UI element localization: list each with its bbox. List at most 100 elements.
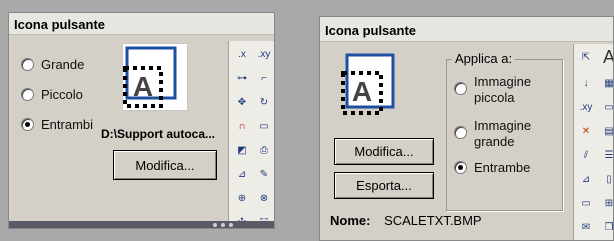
preview-glyph: A bbox=[352, 76, 372, 107]
scale-text-icon: A bbox=[341, 53, 395, 115]
export-button[interactable]: Esporta... bbox=[334, 172, 434, 199]
measure-icon: ⊿ bbox=[237, 168, 247, 180]
scale-icon: ⇱ bbox=[581, 51, 591, 63]
toolbar-button[interactable]: ⊗ bbox=[253, 187, 274, 209]
toolbar-button[interactable]: ▦ bbox=[598, 72, 614, 94]
text-icon: A bbox=[602, 46, 614, 67]
toolbar-button[interactable]: ✎ bbox=[253, 163, 274, 185]
toolbar-button[interactable]: ▯ bbox=[598, 168, 613, 190]
layer-icon: ▤ bbox=[604, 125, 614, 137]
envelope-icon: ✉ bbox=[581, 221, 591, 233]
toolbar-button[interactable]: ⊞ bbox=[598, 192, 614, 214]
pencil-icon: ✎ bbox=[259, 168, 269, 180]
page-icon: ▭ bbox=[259, 120, 269, 132]
radio-both[interactable]: Entrambi bbox=[21, 117, 93, 132]
radio-label: Entrambi bbox=[41, 117, 94, 132]
file-icon: ▯ bbox=[606, 173, 612, 185]
radio-both[interactable]: Entrambe bbox=[454, 160, 530, 175]
list-icon: ☰ bbox=[604, 149, 614, 161]
zoom-out-icon: ⊗ bbox=[259, 192, 269, 204]
toolbar-button[interactable]: ⊿ bbox=[575, 168, 597, 190]
measure-icon: ⊿ bbox=[581, 173, 591, 185]
name-value: SCALETXT.BMP bbox=[384, 213, 482, 228]
panel-bottom-bar bbox=[9, 221, 274, 228]
radio-label: Piccolo bbox=[41, 87, 83, 102]
radio-button[interactable] bbox=[21, 118, 34, 131]
preview-glyph: A bbox=[133, 71, 153, 102]
toolbar-icon-strip: ⇱ A ↓ ▦ .xy ▭ ✕ ▤ ⫽ ☰ ⊿ ▯ ▭ ⊞ ✉ ❐ bbox=[573, 44, 614, 240]
radio-button[interactable] bbox=[21, 88, 34, 101]
toolbar-button[interactable]: ↓ bbox=[575, 72, 597, 94]
radio-label: Immagine grande bbox=[474, 118, 532, 149]
icon-preview: A bbox=[336, 50, 406, 118]
image-path: D:\Support autoca... bbox=[101, 127, 215, 141]
resize-grip[interactable] bbox=[213, 223, 233, 227]
toolbar-button[interactable]: ☰ bbox=[598, 144, 614, 166]
window-icon: ▭ bbox=[604, 101, 614, 113]
toolbar-button[interactable]: ◩ bbox=[231, 139, 253, 161]
toolbar-button[interactable]: .xy bbox=[575, 96, 597, 118]
toolbar-button[interactable]: ▭ bbox=[253, 115, 274, 137]
radio-button[interactable] bbox=[454, 161, 467, 174]
toolbar-button[interactable]: ✉ bbox=[575, 216, 597, 238]
point-x-icon: .x bbox=[238, 48, 246, 60]
plus-icon: ⊞ bbox=[604, 197, 614, 209]
toolbar-button[interactable]: ❐ bbox=[598, 216, 614, 238]
toolbar-button[interactable]: ✥ bbox=[231, 91, 253, 113]
toolbar-button[interactable]: ⊕ bbox=[231, 187, 253, 209]
radio-label: Entrambe bbox=[474, 160, 531, 175]
toolbar-button[interactable]: .xy bbox=[253, 43, 274, 65]
point-xy-icon: .xy bbox=[257, 48, 271, 60]
toolbar-button[interactable]: .x bbox=[231, 43, 253, 65]
print-icon: ⎙ bbox=[260, 144, 268, 156]
toolbar-button[interactable]: ▤ bbox=[598, 120, 614, 142]
radio-button[interactable] bbox=[454, 82, 467, 95]
modify-button[interactable]: Modifica... bbox=[334, 138, 434, 165]
toolbar-button[interactable]: A bbox=[598, 46, 614, 68]
toolbar-button[interactable]: ⊶ bbox=[231, 67, 253, 89]
toolbar-button[interactable]: ⊿ bbox=[231, 163, 253, 185]
radio-label: Grande bbox=[41, 57, 85, 72]
radio-button[interactable] bbox=[454, 126, 467, 139]
toolbar-button[interactable]: ⫽ bbox=[575, 144, 597, 166]
magnet-icon: ∩ bbox=[238, 120, 246, 132]
name-label: Nome: bbox=[330, 213, 371, 228]
panel-title: Icona pulsante bbox=[320, 17, 613, 42]
line-endpoint-icon: ⊶ bbox=[237, 72, 247, 84]
toolbar-button[interactable]: ▭ bbox=[575, 192, 597, 214]
arrow-down-icon: ↓ bbox=[583, 77, 589, 89]
group-label: Applica a: bbox=[452, 51, 516, 66]
hatch-icon: ⫽ bbox=[583, 149, 589, 161]
icon-preview: A bbox=[122, 43, 188, 111]
toolbar-button[interactable]: ⇱ bbox=[575, 46, 597, 68]
toolbar-button[interactable]: ↻ bbox=[253, 91, 274, 113]
toolbar-button[interactable]: ∩ bbox=[231, 115, 253, 137]
toolbar-button[interactable]: ⌐ bbox=[253, 67, 274, 89]
modify-button[interactable]: Modifica... bbox=[113, 150, 217, 180]
page-icon: ▭ bbox=[581, 197, 591, 209]
radio-small[interactable]: Piccolo bbox=[21, 87, 83, 102]
radio-button[interactable] bbox=[21, 58, 34, 71]
radio-label: Immagine piccola bbox=[474, 74, 532, 105]
radio-large-image[interactable]: Immagine grande bbox=[454, 118, 562, 150]
toolbar-button[interactable]: ✕ bbox=[575, 120, 597, 142]
grid-icon: ▦ bbox=[604, 77, 614, 89]
toolbar-icon-strip: .x .xy ⊶ ⌐ ✥ ↻ ∩ ▭ ◩ ⎙ ⊿ ✎ ⊕ ⊗ ✣ ⤧ bbox=[228, 41, 274, 228]
point-xy-icon: .xy bbox=[579, 101, 593, 113]
panel-title: Icona pulsante bbox=[9, 13, 274, 35]
button-icon-panel-right: Icona pulsante A Applica a: Immagine pic… bbox=[319, 16, 614, 241]
pan-icon: ✥ bbox=[237, 96, 247, 108]
toolbar-button[interactable]: ▭ bbox=[598, 96, 614, 118]
scale-text-icon: A bbox=[123, 46, 177, 108]
button-icon-panel-left: Icona pulsante Grande Piccolo Entrambi A… bbox=[8, 12, 275, 229]
zoom-icon: ⊕ bbox=[237, 192, 247, 204]
radio-small-image[interactable]: Immagine piccola bbox=[454, 74, 562, 106]
name-row: Nome: SCALETXT.BMP bbox=[330, 213, 482, 228]
erase-icon: ◩ bbox=[237, 144, 247, 156]
intersect-icon: ✕ bbox=[581, 125, 591, 137]
radio-large[interactable]: Grande bbox=[21, 57, 84, 72]
polyline-icon: ⌐ bbox=[261, 72, 267, 84]
copy-icon: ❐ bbox=[604, 221, 614, 233]
toolbar-button[interactable]: ⎙ bbox=[253, 139, 274, 161]
rotate-icon: ↻ bbox=[259, 96, 269, 108]
